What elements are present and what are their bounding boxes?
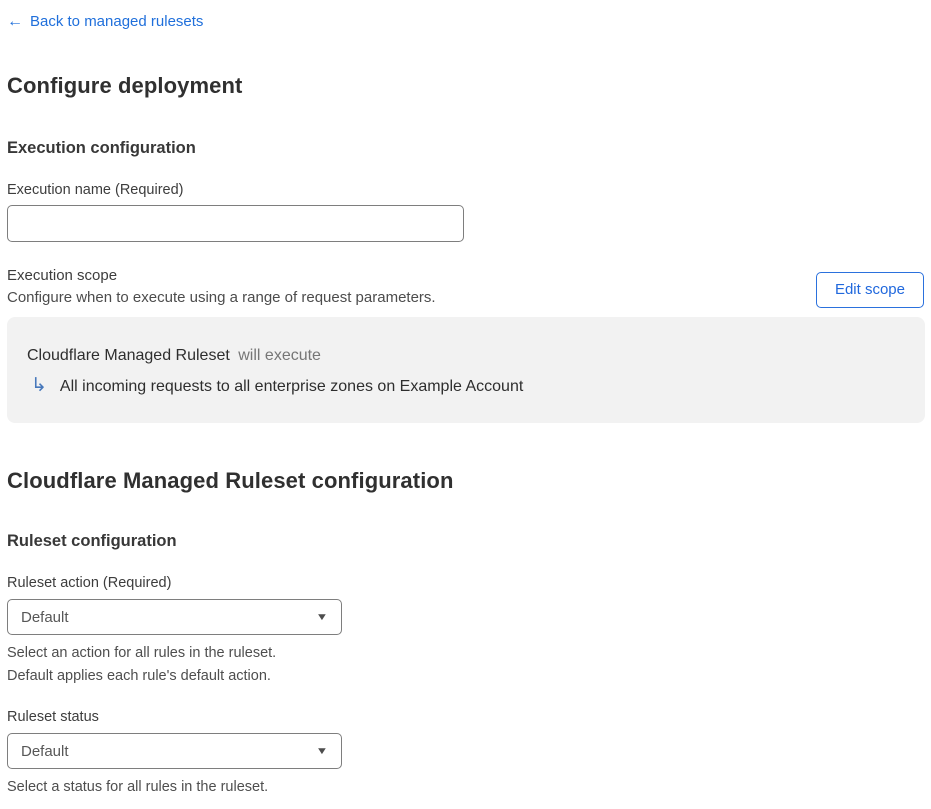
execution-scope-label: Execution scope (7, 267, 118, 284)
ruleset-action-select[interactable]: Default ▼ (7, 599, 342, 635)
scope-summary-ruleset-name: Cloudflare Managed Ruleset (27, 347, 230, 364)
ruleset-status-selected-value: Default (21, 742, 69, 760)
scope-summary-will-execute: will execute (238, 347, 321, 364)
scope-summary-text: All incoming requests to all enterprise … (59, 378, 524, 395)
scope-summary-headline: Cloudflare Managed Ruleset will execute (27, 345, 905, 367)
elbow-arrow-icon: ↳ (31, 375, 47, 396)
scope-summary-box: Cloudflare Managed Ruleset will execute … (7, 317, 925, 423)
back-to-managed-rulesets-link[interactable]: ← Back to managed rulesets (7, 12, 203, 32)
execution-name-input[interactable] (7, 205, 464, 242)
execution-configuration-heading: Execution configuration (7, 139, 196, 157)
ruleset-configuration-subheading: Ruleset configuration (7, 532, 177, 550)
execution-scope-description: Configure when to execute using a range … (7, 289, 436, 306)
configure-deployment-page: ← Back to managed rulesets Configure dep… (0, 0, 931, 809)
ruleset-status-label: Ruleset status (7, 709, 99, 725)
ruleset-action-help-line: Select an action for all rules in the ru… (7, 645, 277, 661)
chevron-down-icon: ▼ (315, 611, 329, 623)
execution-scope-row: Execution scope Configure when to execut… (7, 266, 925, 308)
page-title: Configure deployment (7, 73, 243, 98)
ruleset-action-help-line: Default applies each rule's default acti… (7, 668, 271, 684)
back-arrow-icon: ← (7, 13, 23, 30)
ruleset-status-help: Select a status for all rules in the rul… (7, 776, 925, 799)
ruleset-status-help-line: Select a status for all rules in the rul… (7, 779, 269, 795)
chevron-down-icon: ▼ (315, 745, 329, 757)
back-link-label: Back to managed rulesets (30, 13, 204, 30)
scope-summary-detail: ↳ All incoming requests to all enterpris… (27, 375, 905, 399)
execution-name-label: Execution name (Required) (7, 182, 184, 198)
ruleset-action-label: Ruleset action (Required) (7, 575, 172, 591)
execution-scope-text: Execution scope Configure when to execut… (7, 266, 436, 308)
ruleset-configuration-section-title: Cloudflare Managed Ruleset configuration (7, 468, 454, 493)
edit-scope-button[interactable]: Edit scope (815, 272, 924, 308)
ruleset-action-selected-value: Default (21, 608, 69, 626)
ruleset-action-help: Select an action for all rules in the ru… (7, 642, 925, 688)
ruleset-status-select[interactable]: Default ▼ (7, 733, 342, 769)
